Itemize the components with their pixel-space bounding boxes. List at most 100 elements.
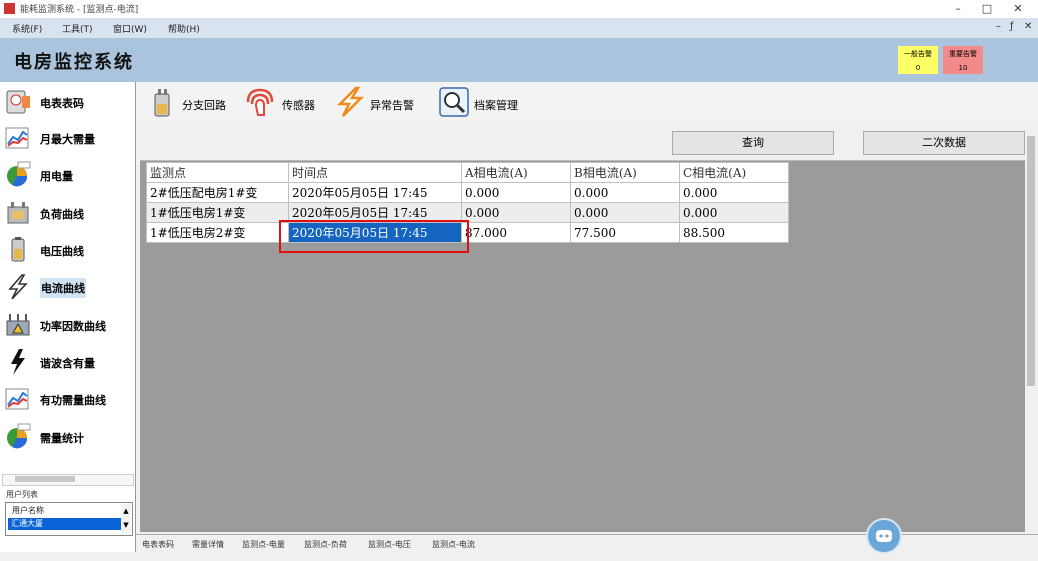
mdi-minimize-button[interactable]: – [996,21,1001,32]
toolbar-abnormal-alarm-button[interactable]: 异常告警 [334,86,434,118]
sidebar-item-label: 负荷曲线 [40,208,84,221]
alarm-bolt-icon [336,86,365,117]
action-strip: 查询 二次数据 [140,124,1025,161]
menu-bar: 系统(F) 工具(T) 窗口(W) 帮助(H) – ƒ ✕ [0,18,1038,38]
sidebar-item-label: 功率因数曲线 [40,320,106,333]
query-button[interactable]: 查询 [672,131,834,155]
pie-icon [7,161,31,187]
bolt-icon [11,349,25,375]
table-cell[interactable]: 0.000 [679,182,789,203]
close-button[interactable]: ✕ [998,0,1038,18]
general-alarm-badge[interactable]: 一般告警 0 [898,46,938,74]
table-cell[interactable]: 77.500 [570,222,680,243]
window-title: 能耗监测系统 - [监测点-电流] [20,5,139,15]
content-panel: 查询 二次数据 监测点 时间点 A相电流(A) B相电流(A) C相电流(A) … [140,124,1025,532]
major-alarm-count: 10 [958,64,968,72]
table-cell[interactable]: 0.000 [461,202,571,223]
menu-system[interactable]: 系统(F) [12,22,42,35]
secondary-data-button[interactable]: 二次数据 [863,131,1025,155]
user-list-scrollbar[interactable]: ▲ ▼ [121,504,131,533]
menu-tools[interactable]: 工具(T) [62,22,93,35]
scrollbar-thumb[interactable] [15,476,75,482]
column-header-phase-c[interactable]: C相电流(A) [679,162,789,183]
table-cell[interactable]: 0.000 [570,182,680,203]
app-logo-icon [4,3,15,14]
highlight-annotation-box [279,220,469,253]
sidebar-item-label: 用电量 [40,170,73,183]
content-vertical-scrollbar[interactable] [1025,124,1038,532]
user-list-item-selected[interactable]: 汇通大厦 [8,518,121,530]
user-list-label: 用户列表 [6,490,38,499]
tab-point-current[interactable]: 监测点-电流 [432,539,475,550]
table-cell[interactable]: 1#低压电房2#变 [146,222,289,243]
toolbar-label: 异常告警 [370,99,414,112]
toolbar-sensor-button[interactable]: 传感器 [244,86,334,118]
tab-point-consumption[interactable]: 监测点-电量 [242,539,285,550]
major-alarm-label: 重要告警 [949,50,977,58]
app-header: 电房监控系统 一般告警 0 重要告警 10 [0,38,1038,82]
column-header-time[interactable]: 时间点 [288,162,462,183]
column-header-phase-a[interactable]: A相电流(A) [461,162,571,183]
sidebar-item-meter-reading[interactable]: 电表表码 [0,84,135,120]
table-cell[interactable]: 0.000 [461,182,571,203]
column-header-phase-b[interactable]: B相电流(A) [570,162,680,183]
meter-icon [6,90,30,114]
sidebar-item-label: 电流曲线 [40,278,86,298]
chart-icon [5,127,29,149]
title-bar: 能耗监测系统 - [监测点-电流] – □ ✕ [0,0,1038,18]
major-alarm-badge[interactable]: 重要告警 10 [943,46,983,74]
battery-icon [11,237,25,262]
table-cell[interactable]: 2020年05月05日 17:45 [288,182,462,203]
sidebar-item-active-demand-curve[interactable]: 有功需量曲线 [0,381,135,417]
menu-help[interactable]: 帮助(H) [168,22,200,35]
transformer-icon [7,202,29,224]
sidebar-item-demand-statistics[interactable]: 需量统计 [0,419,135,455]
table-cell[interactable]: 87.000 [461,222,571,243]
column-header-monitor-point[interactable]: 监测点 [146,162,289,183]
sidebar-item-label: 需量统计 [40,432,84,445]
tab-point-voltage[interactable]: 监测点-电压 [368,539,411,550]
branch-icon [154,89,170,117]
sidebar-item-label: 谐波含有量 [40,357,95,370]
toolbar-label: 档案管理 [474,99,518,112]
app-title: 电房监控系统 [14,52,134,73]
sidebar-item-monthly-max-demand[interactable]: 月最大需量 [0,120,135,156]
table-row[interactable]: 2#低压配电房1#变 2020年05月05日 17:45 0.000 0.000… [146,182,789,203]
mdi-restore-button[interactable]: ƒ [1010,21,1014,32]
sidebar-item-label: 月最大需量 [40,133,95,146]
tab-demand-details[interactable]: 需量详情 [192,539,224,550]
sidebar-item-harmonic-content[interactable]: 谐波含有量 [0,344,135,380]
sidebar-item-label: 电压曲线 [40,245,84,258]
toolbar-archive-management-button[interactable]: 档案管理 [438,86,538,118]
assistant-bubble-icon[interactable] [866,518,902,554]
scrollbar-thumb[interactable] [1027,136,1035,386]
toolbar: 分支回路 传感器 异常告警 档案管理 [136,82,1038,122]
table-cell[interactable]: 0.000 [679,202,789,223]
tab-meter-reading[interactable]: 电表表码 [142,539,174,550]
sidebar-item-consumption[interactable]: 用电量 [0,157,135,193]
sidebar-horizontal-scrollbar[interactable] [2,474,134,486]
user-list[interactable]: 用户名称 汇通大厦 ▲ ▼ [5,502,133,536]
sidebar-item-label: 有功需量曲线 [40,394,106,407]
table-cell[interactable]: 1#低压电房1#变 [146,202,289,223]
sensor-icon [246,88,274,116]
mdi-close-button[interactable]: ✕ [1024,21,1032,32]
toolbar-label: 传感器 [282,99,315,112]
table-cell[interactable]: 88.500 [679,222,789,243]
bottom-tab-bar: 电表表码 需量详情 监测点-电量 监测点-负荷 监测点-电压 监测点-电流 [136,534,1038,561]
tab-point-load[interactable]: 监测点-负荷 [304,539,347,550]
robot-face-icon [876,530,892,542]
user-list-header: 用户名称 [12,506,44,515]
table-cell[interactable]: 2#低压配电房1#变 [146,182,289,203]
substation-icon [6,314,30,336]
menu-window[interactable]: 窗口(W) [113,22,147,35]
sidebar-item-load-curve[interactable]: 负荷曲线 [0,195,135,231]
pie-icon [7,423,31,449]
sidebar-item-power-factor-curve[interactable]: 功率因数曲线 [0,307,135,343]
table-cell[interactable]: 0.000 [570,202,680,223]
lightning-icon [8,274,28,300]
toolbar-branch-circuit-button[interactable]: 分支回路 [146,86,246,118]
sidebar-item-label: 电表表码 [40,97,84,110]
sidebar-item-current-curve[interactable]: 电流曲线 [0,269,135,305]
sidebar-item-voltage-curve[interactable]: 电压曲线 [0,232,135,268]
